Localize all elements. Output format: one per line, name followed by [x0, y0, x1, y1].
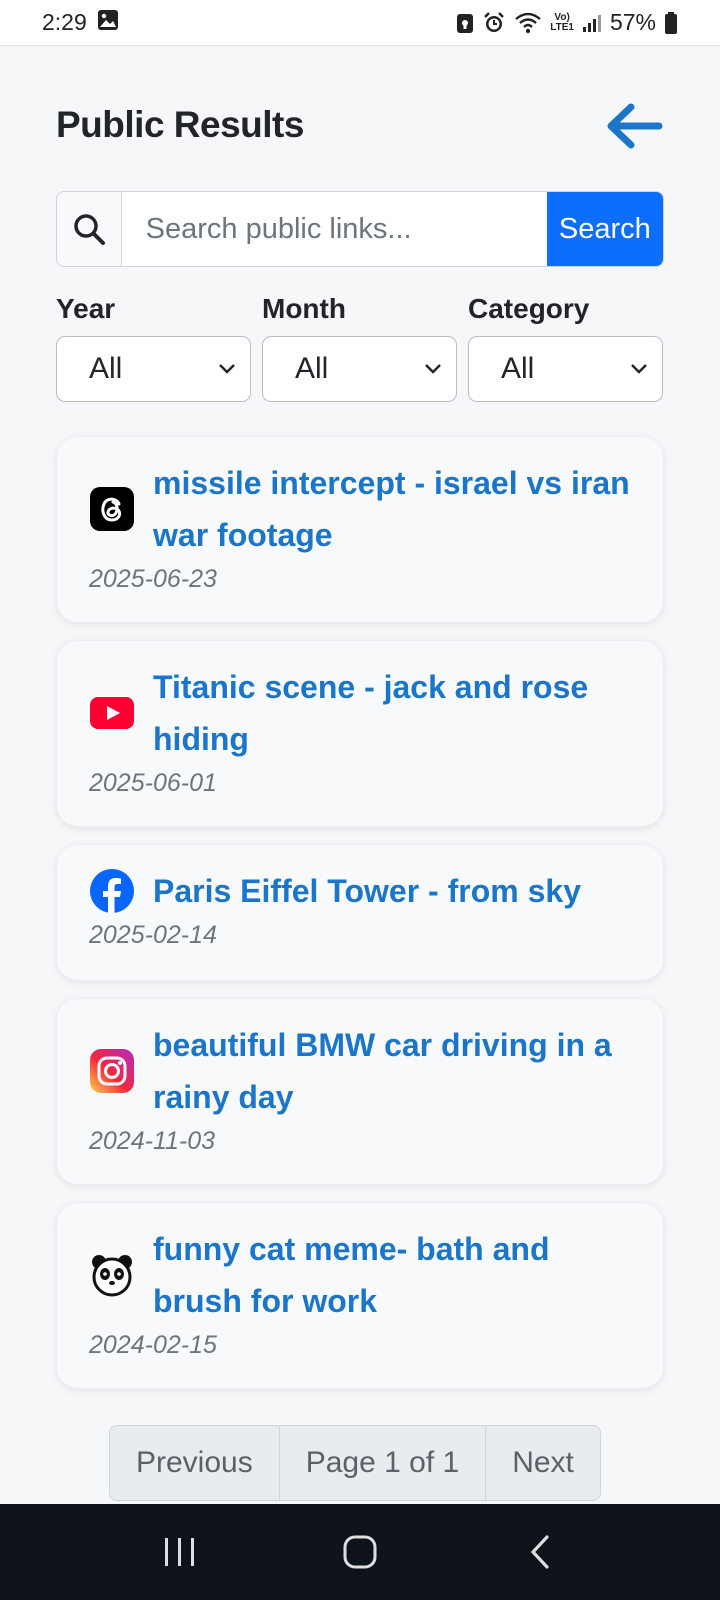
result-card[interactable]: funny cat meme- bath and brush for work … — [56, 1202, 664, 1389]
status-time: 2:29 — [42, 9, 87, 35]
filter-year-label: Year — [56, 293, 116, 324]
battery-icon — [664, 11, 678, 35]
instagram-icon — [89, 1048, 135, 1094]
result-date: 2025-02-14 — [89, 921, 217, 949]
results-list: missile intercept - israel vs iran war f… — [56, 436, 664, 1406]
result-title-link[interactable]: Paris Eiffel Tower - from sky — [153, 865, 581, 917]
result-title-link[interactable]: Titanic scene - jack and rose hiding — [153, 661, 633, 765]
back-button[interactable] — [604, 96, 664, 156]
search-input[interactable] — [121, 192, 547, 266]
next-button[interactable]: Next — [486, 1426, 600, 1500]
result-card[interactable]: beautiful BMW car driving in a rainy day… — [56, 998, 664, 1185]
search-icon — [57, 192, 122, 266]
arrow-left-icon — [607, 103, 663, 149]
header: Public Results — [56, 96, 664, 156]
panda-icon — [89, 1252, 135, 1298]
result-card[interactable]: missile intercept - israel vs iran war f… — [56, 436, 664, 623]
threads-icon — [89, 486, 135, 532]
lte-indicator: Vo) LTE1 — [550, 11, 574, 33]
result-date: 2024-02-15 — [89, 1331, 217, 1359]
search-group: Search — [56, 191, 664, 267]
page-indicator: Page 1 of 1 — [280, 1426, 487, 1500]
status-bar: 2:29 Vo) LTE1 57% — [0, 0, 720, 46]
chevron-down-icon — [219, 364, 235, 374]
result-title-link[interactable]: funny cat meme- bath and brush for work — [153, 1223, 633, 1327]
month-select[interactable]: All — [262, 336, 457, 402]
alarm-icon — [482, 11, 506, 35]
filter-month-label: Month — [262, 293, 346, 324]
recent-apps-button[interactable] — [140, 1512, 220, 1592]
year-select-value: All — [89, 352, 123, 385]
result-date: 2024-11-03 — [89, 1127, 216, 1155]
chevron-down-icon — [631, 364, 647, 374]
back-nav-button[interactable] — [500, 1512, 580, 1592]
filter-month: Month All — [262, 290, 457, 402]
previous-button[interactable]: Previous — [110, 1426, 280, 1500]
result-card[interactable]: Titanic scene - jack and rose hiding 202… — [56, 640, 664, 827]
filter-category: Category All — [468, 290, 663, 402]
chevron-down-icon — [425, 364, 441, 374]
result-date: 2025-06-23 — [89, 565, 217, 593]
filter-year: Year All — [56, 290, 251, 402]
category-select[interactable]: All — [468, 336, 663, 402]
year-select[interactable]: All — [56, 336, 251, 402]
pagination: Previous Page 1 of 1 Next — [109, 1425, 601, 1501]
page-title: Public Results — [56, 104, 304, 145]
recent-apps-icon — [165, 1538, 194, 1566]
filter-category-label: Category — [468, 293, 590, 324]
vpn-lock-icon — [456, 12, 474, 34]
result-card[interactable]: Paris Eiffel Tower - from sky 2025-02-14 — [56, 844, 664, 981]
back-chevron-icon — [530, 1535, 549, 1569]
month-select-value: All — [295, 352, 329, 385]
youtube-icon — [89, 690, 135, 736]
home-icon — [343, 1535, 377, 1569]
category-select-value: All — [501, 352, 535, 385]
wifi-icon — [514, 11, 542, 35]
result-title-link[interactable]: beautiful BMW car driving in a rainy day — [153, 1019, 633, 1123]
search-button[interactable]: Search — [546, 192, 663, 266]
gallery-notification-icon — [97, 9, 119, 37]
facebook-icon — [89, 868, 135, 914]
filters: Year All Month All Category All — [56, 290, 664, 402]
result-date: 2025-06-01 — [89, 769, 217, 797]
result-title-link[interactable]: missile intercept - israel vs iran war f… — [153, 457, 633, 561]
home-button[interactable] — [320, 1512, 400, 1592]
battery-percent: 57% — [609, 9, 656, 35]
signal-icon — [582, 13, 602, 33]
system-nav-bar — [0, 1504, 720, 1600]
